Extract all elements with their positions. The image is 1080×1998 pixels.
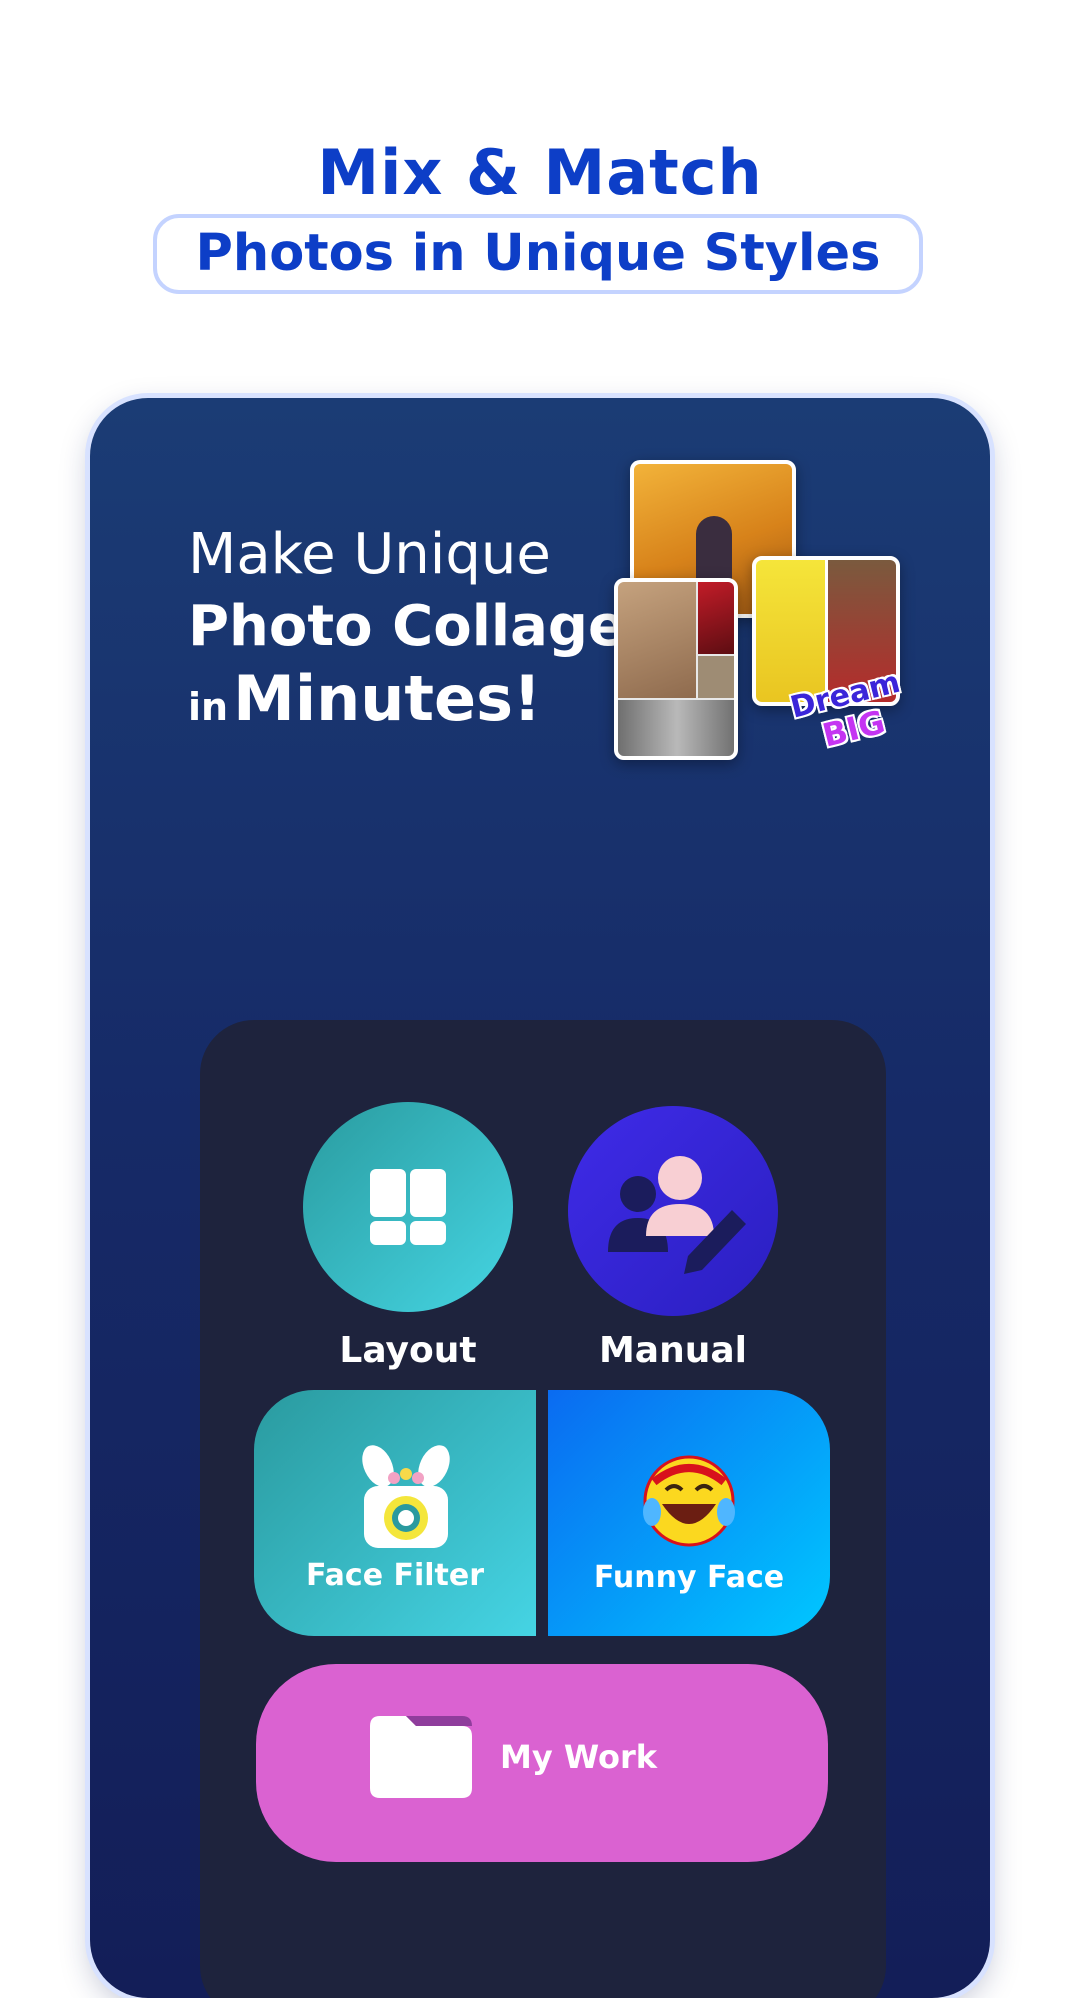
face-filter-button[interactable]: Face Filter — [254, 1390, 536, 1636]
layout-label: Layout — [339, 1330, 477, 1371]
manual-label: Manual — [598, 1330, 747, 1371]
hero-line-3-main: Minutes! — [233, 662, 542, 735]
laughing-emoji-icon — [643, 1455, 735, 1547]
hero-line-2: Photo Collage — [188, 594, 626, 659]
grid-layout-icon — [370, 1169, 446, 1245]
funny-face-label: Funny Face — [593, 1560, 785, 1595]
hero-line-3-prefix: in — [188, 685, 229, 729]
bunny-camera-icon — [362, 1445, 450, 1548]
face-filter-label: Face Filter — [305, 1558, 485, 1593]
folder-icon — [370, 1716, 472, 1798]
my-work-label: My Work — [500, 1738, 658, 1776]
phone-screen: Make Unique Photo Collage in Minutes! Dr… — [90, 398, 990, 1998]
collage-photo-grid — [614, 578, 738, 760]
hero-text: Make Unique Photo Collage in Minutes! — [188, 520, 626, 750]
layout-button[interactable] — [303, 1102, 513, 1312]
collage-illustration: Dream BIG — [600, 460, 904, 780]
hero-line-3: in Minutes! — [188, 664, 626, 750]
manual-button[interactable] — [568, 1106, 778, 1316]
menu-panel: Layout Manual Face Filter Funny Face My … — [200, 1020, 886, 1998]
user-edit-icon — [608, 1156, 746, 1274]
hero-line-1: Make Unique — [188, 522, 551, 587]
funny-face-button[interactable]: Funny Face — [548, 1390, 830, 1636]
headline-title: Mix & Match — [317, 136, 763, 209]
my-work-button[interactable]: My Work — [256, 1664, 828, 1862]
headline-subtitle: Photos in Unique Styles — [153, 214, 923, 294]
